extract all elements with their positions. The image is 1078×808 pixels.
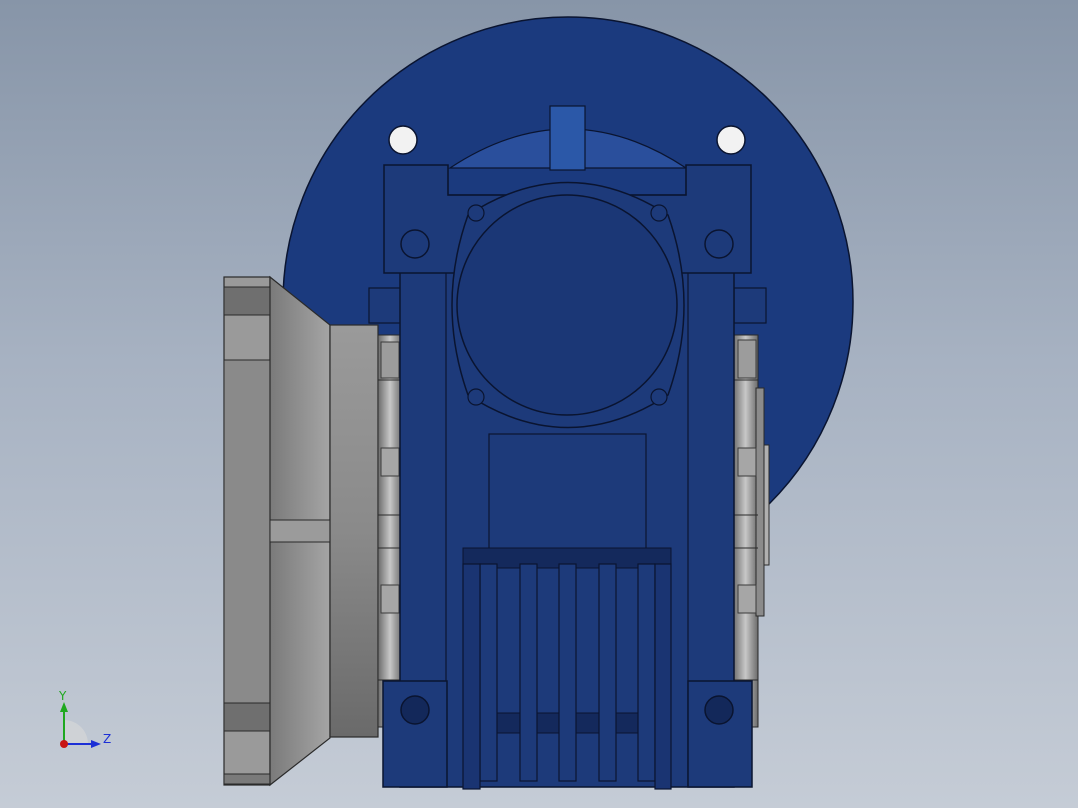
gearbox-model[interactable]: Y Z bbox=[0, 0, 1078, 808]
motor[interactable] bbox=[223, 275, 403, 787]
flange-hole-left bbox=[388, 125, 418, 155]
flange-key bbox=[549, 105, 586, 171]
flange-hole-right bbox=[716, 125, 746, 155]
y-axis-label: Y bbox=[58, 689, 67, 703]
housing-hole-right bbox=[704, 229, 734, 259]
cooling-fins bbox=[462, 563, 672, 790]
x-axis-dot bbox=[60, 740, 68, 748]
orientation-triad: Y Z bbox=[58, 689, 111, 748]
right-bearing[interactable] bbox=[732, 334, 770, 728]
3d-viewport[interactable]: Y Z bbox=[0, 0, 1078, 808]
z-axis-label: Z bbox=[103, 732, 111, 746]
housing-hole-left bbox=[400, 229, 430, 259]
motor-adapter bbox=[329, 324, 379, 738]
gearbox-housing[interactable] bbox=[368, 164, 767, 790]
